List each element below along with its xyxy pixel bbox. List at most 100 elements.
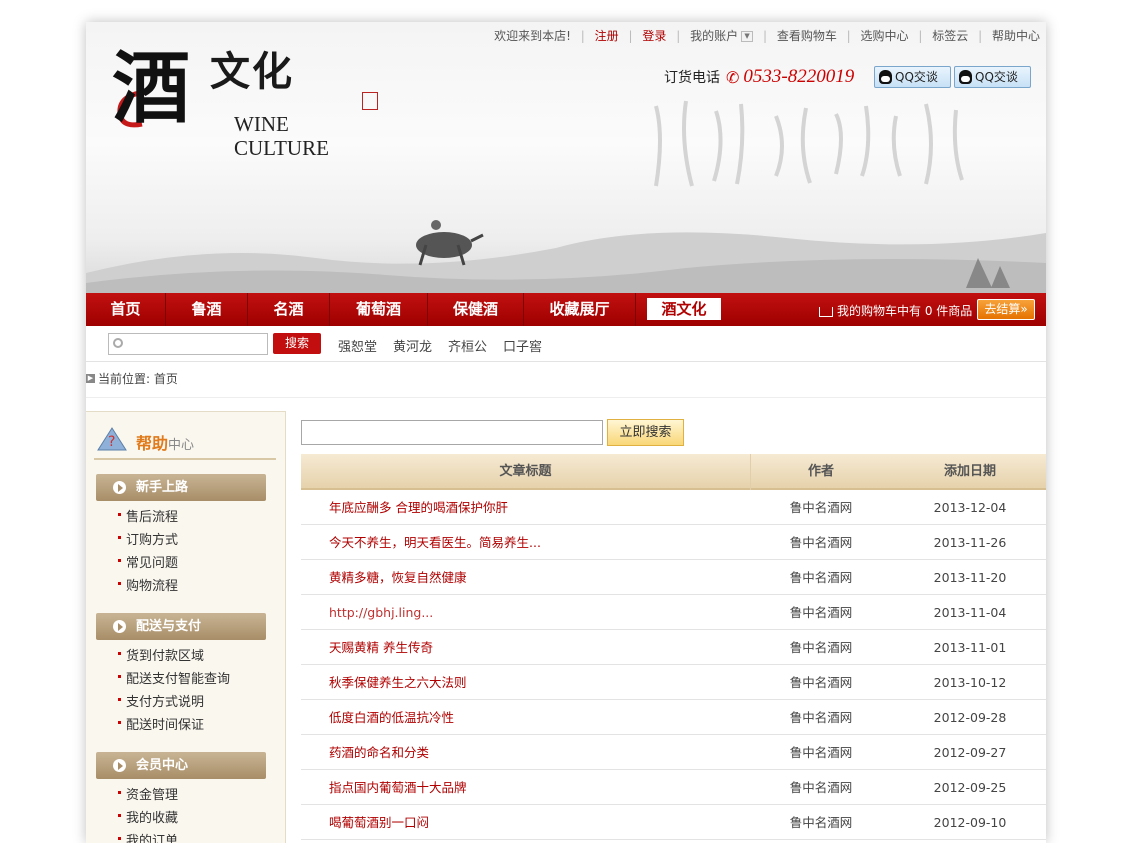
table-row: 药酒的命名和分类 鲁中名酒网 2012-09-27 <box>301 735 1046 770</box>
qq-chat-label: QQ交谈 <box>895 70 938 84</box>
my-account-link[interactable]: 我的账户 ▼ <box>690 27 754 44</box>
column-author: 作者 <box>807 464 834 479</box>
article-date: 2013-11-01 <box>933 640 1007 655</box>
nav-item-lu-wine[interactable]: 鲁酒 <box>166 293 248 326</box>
nav-item-health-wine[interactable]: 保健酒 <box>428 293 524 326</box>
checkout-button[interactable]: 去结算» <box>977 299 1035 320</box>
sidebar-link[interactable]: 货到付款区域 <box>117 645 204 664</box>
hot-keyword[interactable]: 强恕堂 <box>338 336 377 355</box>
sidebar-link[interactable]: 配送时间保证 <box>117 714 204 733</box>
register-link[interactable]: 注册 <box>595 27 619 44</box>
nav-item-grape-wine[interactable]: 葡萄酒 <box>330 293 428 326</box>
top-links-bar: 欢迎来到本店! | 注册 | 登录 | 我的账户 ▼ | 查看购物车 | 选购中心… <box>494 27 1040 44</box>
article-date: 2013-12-04 <box>933 500 1007 515</box>
article-title-link[interactable]: 秋季保健养生之六大法则 <box>329 665 467 700</box>
nav-item-famous-wine[interactable]: 名酒 <box>248 293 330 326</box>
page: 欢迎来到本店! | 注册 | 登录 | 我的账户 ▼ | 查看购物车 | 选购中心… <box>86 22 1046 843</box>
article-date: 2013-11-04 <box>933 605 1007 620</box>
phone-number: 0533-8220019 <box>743 66 855 87</box>
help-center-title: ? 帮助中心 <box>94 420 276 460</box>
table-row: http://gbhj.ling... 鲁中名酒网 2013-11-04 <box>301 595 1046 630</box>
article-date: 2012-09-27 <box>933 745 1007 760</box>
article-title-link[interactable]: 药酒的命名和分类 <box>329 735 429 770</box>
article-search-input[interactable] <box>301 420 603 445</box>
sidebar-link[interactable]: 购物流程 <box>117 575 178 594</box>
article-author: 鲁中名酒网 <box>789 815 853 830</box>
my-account-label: 我的账户 <box>690 29 739 43</box>
logo-english-text: WINE CULTURE <box>234 112 329 160</box>
search-input[interactable] <box>108 333 268 355</box>
logo-sub-chars: 文化 <box>210 48 294 95</box>
cart-icon <box>819 306 833 317</box>
nav-item-wine-culture[interactable]: 酒文化 <box>636 293 732 326</box>
article-title-link[interactable]: 黄精多糖，恢复自然健康 <box>329 560 467 595</box>
article-author: 鲁中名酒网 <box>789 500 853 515</box>
selection-center-link[interactable]: 选购中心 <box>861 27 909 44</box>
search-now-button[interactable]: 立即搜索 <box>607 419 684 446</box>
nav-active-label: 酒文化 <box>647 298 721 320</box>
qq-chat-button-2[interactable]: QQ交谈 <box>954 66 1031 88</box>
column-title: 文章标题 <box>301 454 751 490</box>
cart-summary[interactable]: 我的购物车中有 0 件商品 <box>819 302 972 319</box>
article-date: 2012-09-10 <box>933 815 1007 830</box>
section-title: 配送与支付 <box>136 619 202 634</box>
article-title-link[interactable]: 指点国内葡萄酒十大品牌 <box>329 770 467 805</box>
sidebar-link[interactable]: 支付方式说明 <box>117 691 204 710</box>
article-title-link[interactable]: 年底应酬多 合理的喝酒保护你肝 <box>329 490 508 525</box>
help-center-link[interactable]: 帮助中心 <box>992 27 1040 44</box>
article-table-header: 文章标题 作者 添加日期 <box>301 454 1046 490</box>
sidebar-link[interactable]: 资金管理 <box>117 784 178 803</box>
sidebar-link[interactable]: 配送支付智能查询 <box>117 668 230 687</box>
sidebar-link[interactable]: 我的收藏 <box>117 807 178 826</box>
section-title: 会员中心 <box>136 758 189 773</box>
article-title-link[interactable]: 喝葡萄酒别一口闷 <box>329 805 429 840</box>
arrow-right-icon <box>113 620 126 633</box>
site-logo[interactable]: 酒 文化 WINE CULTURE <box>112 43 382 160</box>
tag-cloud-link[interactable]: 标签云 <box>932 27 968 44</box>
help-title-main: 帮助 <box>136 434 169 453</box>
help-icon: ? <box>97 427 127 451</box>
table-row: 指点国内葡萄酒十大品牌 鲁中名酒网 2012-09-25 <box>301 770 1046 805</box>
sidebar-link[interactable]: 订购方式 <box>117 529 178 548</box>
search-icon <box>113 338 123 348</box>
section-member-center[interactable]: 会员中心 <box>96 752 266 779</box>
table-row: 黄精多糖，恢复自然健康 鲁中名酒网 2013-11-20 <box>301 560 1046 595</box>
sidebar-link[interactable]: 我的订单 <box>117 830 178 843</box>
table-row: 秋季保健养生之六大法则 鲁中名酒网 2013-10-12 <box>301 665 1046 700</box>
article-title-link[interactable]: 今天不养生，明天看医生。简易养生... <box>329 525 541 560</box>
breadcrumb-text: 当前位置: 首页 <box>98 372 178 386</box>
help-title-text: 帮助中心 <box>136 430 194 454</box>
article-author: 鲁中名酒网 <box>789 745 853 760</box>
article-date: 2013-10-12 <box>933 675 1007 690</box>
article-title-link[interactable]: 天赐黄精 养生传奇 <box>329 630 433 665</box>
chevron-down-icon[interactable]: ▼ <box>741 31 754 42</box>
hot-keyword[interactable]: 口子窖 <box>503 336 542 355</box>
article-date: 2012-09-25 <box>933 780 1007 795</box>
calligraphy-decoration <box>646 96 976 196</box>
hot-keyword[interactable]: 齐桓公 <box>448 336 487 355</box>
section-newbie[interactable]: 新手上路 <box>96 474 266 501</box>
article-author: 鲁中名酒网 <box>789 535 853 550</box>
login-link[interactable]: 登录 <box>642 27 666 44</box>
section-delivery-payment[interactable]: 配送与支付 <box>96 613 266 640</box>
nav-item-home[interactable]: 首页 <box>86 293 166 326</box>
svg-text:?: ? <box>108 434 115 450</box>
qq-icon <box>959 70 972 84</box>
article-date: 2013-11-26 <box>933 535 1007 550</box>
header-banner: 欢迎来到本店! | 注册 | 登录 | 我的账户 ▼ | 查看购物车 | 选购中心… <box>86 22 1046 293</box>
hot-keyword[interactable]: 黄河龙 <box>393 336 432 355</box>
article-title-link[interactable]: 低度白酒的低温抗冷性 <box>329 700 454 735</box>
qq-chat-button-1[interactable]: QQ交谈 <box>874 66 951 88</box>
article-date: 2012-09-28 <box>933 710 1007 725</box>
sidebar-link[interactable]: 售后流程 <box>117 506 178 525</box>
sidebar-link[interactable]: 常见问题 <box>117 552 178 571</box>
nav-item-collection[interactable]: 收藏展厅 <box>524 293 636 326</box>
article-author: 鲁中名酒网 <box>789 605 853 620</box>
view-cart-link[interactable]: 查看购物车 <box>777 27 837 44</box>
article-author: 鲁中名酒网 <box>789 640 853 655</box>
search-button[interactable]: 搜索 <box>273 333 321 354</box>
logo-main-char: 酒 <box>112 43 191 134</box>
table-row: 低度白酒的低温抗冷性 鲁中名酒网 2012-09-28 <box>301 700 1046 735</box>
arrow-right-icon: ▶ <box>86 374 95 383</box>
article-title-link[interactable]: http://gbhj.ling... <box>329 595 433 630</box>
